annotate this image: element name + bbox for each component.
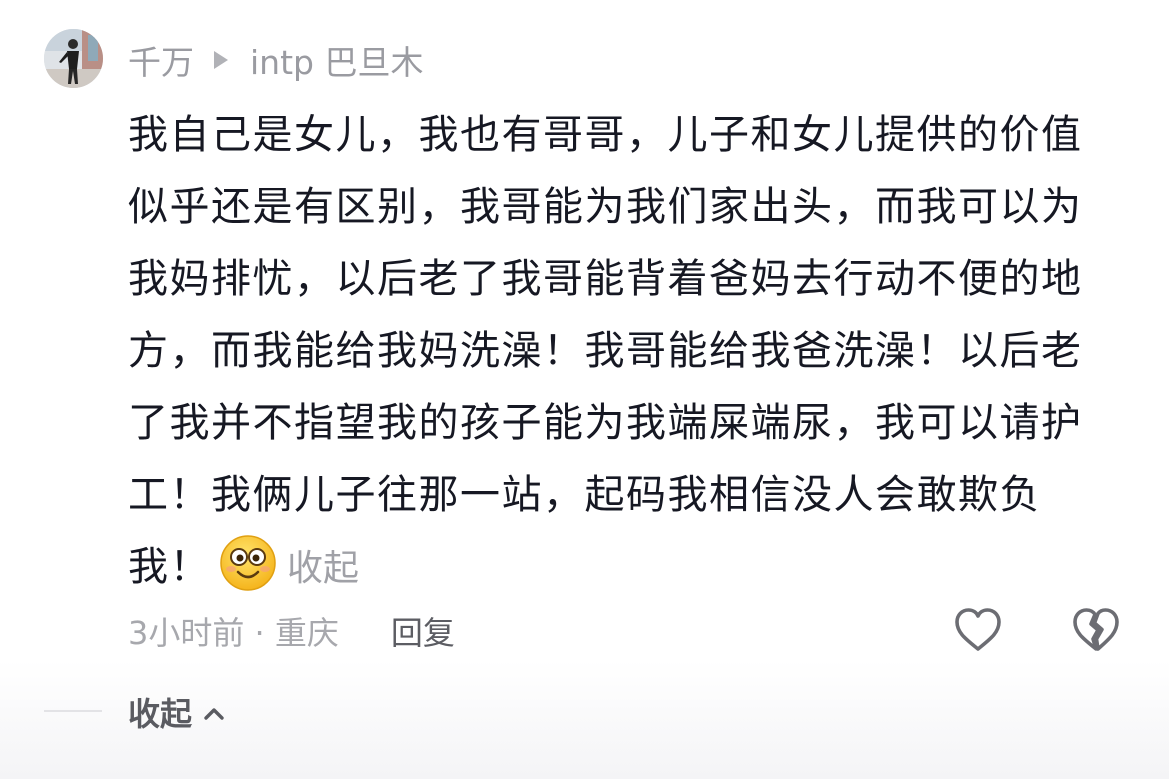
reply-arrow-icon — [214, 51, 228, 69]
collapse-comment-link[interactable]: 收起 — [287, 548, 359, 589]
chevron-up-icon — [200, 698, 228, 726]
broken-heart-icon[interactable] — [1071, 606, 1121, 654]
author-name[interactable]: 千万 — [128, 36, 194, 84]
smiling-face-emoji-icon — [219, 534, 277, 592]
thread-divider — [44, 710, 102, 712]
collapse-replies-button[interactable]: 收起 — [128, 690, 228, 734]
reply-button[interactable]: 回复 — [391, 608, 455, 654]
comment-text: 我自己是女儿，我也有哥哥，儿子和女儿提供的价值似乎还是有区别，我哥能为我们家出头… — [128, 112, 1083, 590]
reply-header: 千万 intp 巴旦木 — [128, 38, 423, 82]
heart-outline-icon[interactable] — [953, 606, 1003, 654]
comment-meta: 3小时前 · 重庆 回复 — [128, 609, 455, 653]
collapse-replies-label: 收起 — [128, 695, 193, 733]
avatar[interactable] — [44, 29, 103, 88]
avatar-image — [44, 29, 103, 88]
reply-to-name[interactable]: intp 巴旦木 — [250, 36, 423, 84]
comment-body: 我自己是女儿，我也有哥哥，儿子和女儿提供的价值似乎还是有区别，我哥能为我们家出头… — [128, 99, 1100, 605]
time-location: 3小时前 · 重庆 — [128, 614, 339, 652]
